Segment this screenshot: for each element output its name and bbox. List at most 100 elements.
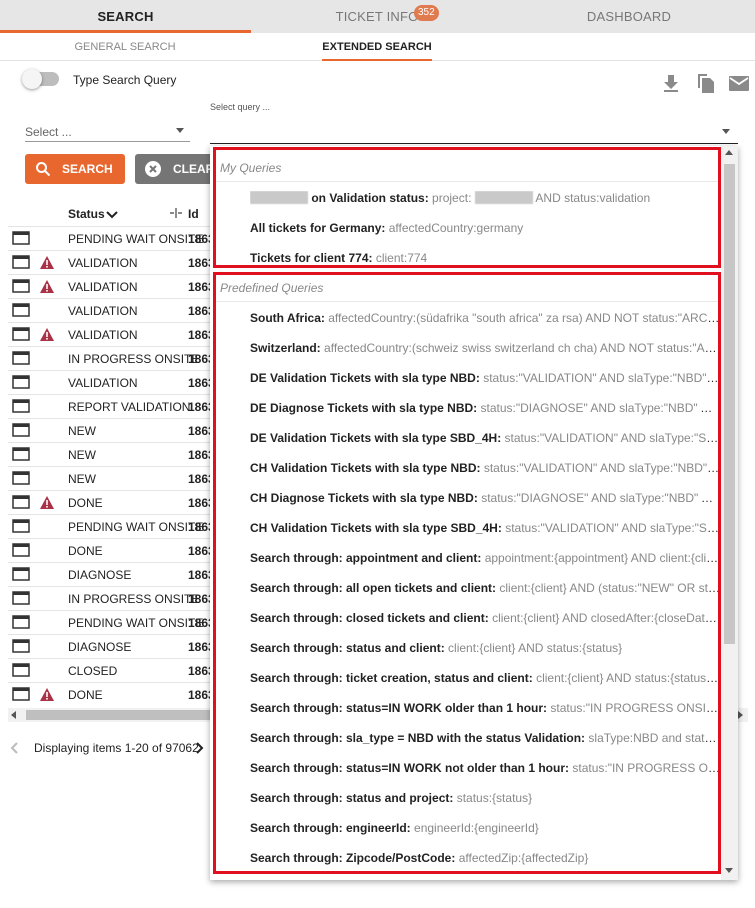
status-cell: VALIDATION xyxy=(68,328,138,342)
sort-descending-icon[interactable] xyxy=(106,211,118,219)
predefined-queries-highlight-box xyxy=(213,272,721,874)
status-cell: NEW xyxy=(68,472,96,486)
scroll-right-icon[interactable] xyxy=(738,711,743,719)
ticket-window-icon[interactable] xyxy=(12,303,30,317)
table-row[interactable]: NEW 1863 xyxy=(8,418,213,442)
table-row[interactable]: VALIDATION 1863 xyxy=(8,322,213,346)
ticket-window-icon[interactable] xyxy=(12,471,30,485)
status-cell: CLOSED xyxy=(68,664,118,678)
query-dropdown: My Queries on Validation status: project… xyxy=(210,146,738,880)
table-row[interactable]: REPORT VALIDATION 1863 xyxy=(8,394,213,418)
warning-icon xyxy=(40,688,54,701)
status-cell: PENDING WAIT ONSITE xyxy=(68,616,204,630)
warning-icon xyxy=(40,256,54,269)
toggle-label: Type Search Query xyxy=(73,73,177,87)
table-row[interactable]: DONE 1863 xyxy=(8,490,213,514)
ticket-info-count-badge: 352 xyxy=(414,5,439,21)
scroll-up-icon[interactable] xyxy=(725,150,733,155)
status-cell: DONE xyxy=(68,688,103,702)
column-header-status[interactable]: Status xyxy=(68,207,105,221)
status-cell: DIAGNOSE xyxy=(68,568,132,582)
scroll-down-icon[interactable] xyxy=(725,868,733,873)
ticket-window-icon[interactable] xyxy=(12,639,30,653)
copy-icon[interactable] xyxy=(695,72,717,94)
ticket-window-icon[interactable] xyxy=(12,519,30,533)
active-subtab-indicator xyxy=(322,59,432,61)
chevron-down-icon xyxy=(722,129,730,134)
status-cell: DONE xyxy=(68,496,103,510)
download-icon[interactable] xyxy=(660,72,682,94)
warning-icon xyxy=(40,280,54,293)
table-row[interactable]: PENDING WAIT ONSITE 1863 xyxy=(8,514,213,538)
next-page-icon[interactable] xyxy=(194,742,204,754)
table-row[interactable]: VALIDATION 1863 xyxy=(8,370,213,394)
ticket-window-icon[interactable] xyxy=(12,279,30,293)
clear-button-label: CLEAR xyxy=(173,162,215,176)
column-resize-icon[interactable] xyxy=(170,208,182,218)
table-row[interactable]: NEW 1863 xyxy=(8,466,213,490)
mail-icon[interactable] xyxy=(728,72,750,94)
ticket-window-icon[interactable] xyxy=(12,375,30,389)
tab-extended-search[interactable]: EXTENDED SEARCH xyxy=(322,33,432,61)
table-row[interactable]: CLOSED 1863 xyxy=(8,658,213,682)
dropdown-scrollbar-thumb[interactable] xyxy=(724,164,735,644)
status-cell: DIAGNOSE xyxy=(68,640,132,654)
my-queries-highlight-box xyxy=(213,147,721,268)
table-row[interactable]: DONE 1863 xyxy=(8,538,213,562)
ticket-window-icon[interactable] xyxy=(12,327,30,341)
ticket-window-icon[interactable] xyxy=(12,495,30,509)
ticket-window-icon[interactable] xyxy=(12,567,30,581)
ticket-window-icon[interactable] xyxy=(12,615,30,629)
table-row[interactable]: NEW 1863 xyxy=(8,442,213,466)
clear-icon xyxy=(145,161,161,177)
table-row[interactable]: VALIDATION 1863 xyxy=(8,298,213,322)
sub-tab-bar: GENERAL SEARCH EXTENDED SEARCH xyxy=(0,33,755,61)
table-row[interactable]: DIAGNOSE 1863 xyxy=(8,634,213,658)
table-row[interactable]: PENDING WAIT ONSITE 1863 xyxy=(8,610,213,634)
horizontal-scrollbar-thumb[interactable] xyxy=(26,710,221,720)
filter-select[interactable]: Select ... xyxy=(25,120,190,142)
results-table: Status Id PENDING WAIT ONSITE 1863 VALIDAT… xyxy=(8,202,213,706)
ticket-window-icon[interactable] xyxy=(12,591,30,605)
ticket-window-icon[interactable] xyxy=(12,231,30,245)
type-search-query-toggle[interactable] xyxy=(22,69,59,89)
status-cell: NEW xyxy=(68,448,96,462)
ticket-window-icon[interactable] xyxy=(12,351,30,365)
status-cell: VALIDATION xyxy=(68,304,138,318)
status-cell: DONE xyxy=(68,544,103,558)
status-cell: PENDING WAIT ONSITE xyxy=(68,232,204,246)
status-cell: VALIDATION xyxy=(68,280,138,294)
table-row[interactable]: DIAGNOSE 1863 xyxy=(8,562,213,586)
clear-button[interactable]: CLEAR xyxy=(135,154,215,184)
query-select-label: Select query ... xyxy=(210,102,271,112)
table-row[interactable]: IN PROGRESS ONSITE 1863 xyxy=(8,586,213,610)
ticket-window-icon[interactable] xyxy=(12,447,30,461)
search-button[interactable]: SEARCH xyxy=(25,154,125,184)
pagination-info: Displaying items 1-20 of 97062 xyxy=(34,741,199,755)
search-button-label: SEARCH xyxy=(62,162,113,176)
table-row[interactable]: DONE 1863 xyxy=(8,682,213,706)
table-row[interactable]: PENDING WAIT ONSITE 1863 xyxy=(8,226,213,250)
column-header-id[interactable]: Id xyxy=(188,207,199,221)
table-row[interactable]: VALIDATION 1863 xyxy=(8,274,213,298)
table-row[interactable]: IN PROGRESS ONSITE 1863 xyxy=(8,346,213,370)
tab-dashboard[interactable]: DASHBOARD xyxy=(503,0,755,33)
ticket-window-icon[interactable] xyxy=(12,255,30,269)
query-select[interactable] xyxy=(210,120,738,144)
tab-search[interactable]: SEARCH xyxy=(0,0,251,33)
ticket-window-icon[interactable] xyxy=(12,423,30,437)
status-cell: IN PROGRESS ONSITE xyxy=(68,352,200,366)
search-icon xyxy=(36,162,51,177)
ticket-window-icon[interactable] xyxy=(12,687,30,701)
previous-page-icon[interactable] xyxy=(10,742,20,754)
tab-ticket-info[interactable]: TICKET INFO xyxy=(251,0,503,33)
ticket-window-icon[interactable] xyxy=(12,663,30,677)
status-cell: REPORT VALIDATION xyxy=(68,400,191,414)
status-cell: VALIDATION xyxy=(68,376,138,390)
ticket-window-icon[interactable] xyxy=(12,543,30,557)
tab-general-search[interactable]: GENERAL SEARCH xyxy=(70,33,180,61)
ticket-window-icon[interactable] xyxy=(12,399,30,413)
dropdown-vertical-scrollbar[interactable] xyxy=(721,146,738,880)
table-row[interactable]: VALIDATION 1863 xyxy=(8,250,213,274)
scroll-left-icon[interactable] xyxy=(11,711,16,719)
